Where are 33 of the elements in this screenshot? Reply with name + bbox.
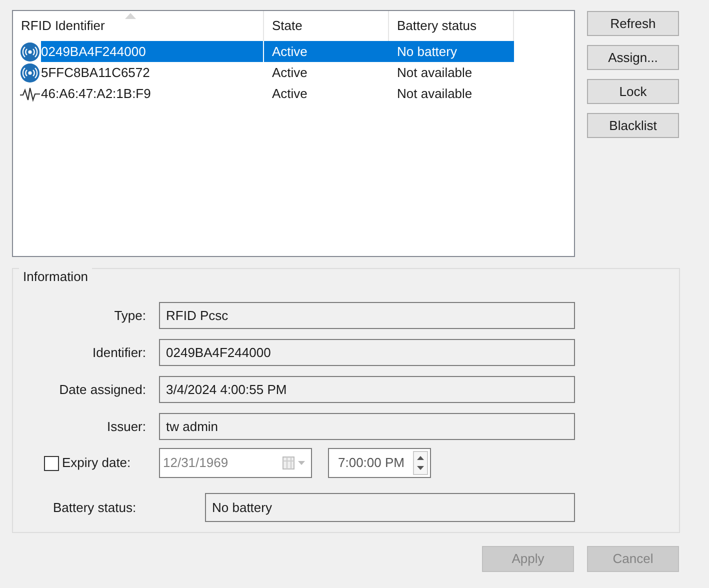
rfid-tag-icon: [20, 62, 40, 82]
action-button[interactable]: Lock: [587, 79, 679, 104]
expiry-checkbox[interactable]: [44, 456, 59, 470]
table-cell: 0249BA4F244000: [41, 41, 263, 62]
battery-field: No battery: [205, 493, 575, 522]
field-label: Date assigned:: [58, 380, 146, 399]
calendar-dropdown-icon: [282, 456, 308, 470]
table-cell-text: Not available: [396, 84, 474, 103]
signal-wave-icon: [20, 86, 40, 102]
field-label: Issuer:: [106, 418, 146, 436]
field-label: Expiry date:: [62, 454, 131, 472]
read-only-field: tw admin: [159, 413, 575, 440]
field-label: Identifier:: [92, 344, 146, 362]
action-button[interactable]: Refresh: [587, 11, 679, 36]
table-cell-text: Active: [271, 84, 308, 103]
date-picker[interactable]: 12/31/1969: [159, 448, 312, 478]
table-cell: No battery: [389, 41, 514, 62]
table-cell-text: Not available: [396, 64, 474, 82]
read-only-field: RFID Pcsc: [159, 302, 575, 329]
read-only-field: 0249BA4F244000: [159, 339, 575, 366]
table-cell: Active: [264, 41, 389, 62]
time-picker[interactable]: 7:00:00 PM: [328, 448, 431, 478]
table-cell-text: 46:A6:47:A2:1B:F9: [41, 84, 152, 103]
action-button[interactable]: Blacklist: [587, 113, 679, 138]
field-label: Battery status:: [52, 498, 138, 517]
table-cell-text: Active: [271, 64, 308, 82]
spin-icon[interactable]: [413, 451, 428, 475]
table-cell-text: 5FFC8BA11C6572: [41, 64, 151, 82]
field-label: Type:: [113, 306, 146, 325]
read-only-field: 3/4/2024 4:00:55 PM: [159, 376, 575, 403]
rfid-tag-icon: [20, 42, 40, 62]
action-button[interactable]: Assign...: [587, 45, 679, 70]
rfid-list[interactable]: RFID Identifier State Battery status 0249BA4F244000 Active No battery 5FFC8BA11C6572 Active Not available 46:A6:47:A2:1B:F9 Active Not available: [12, 10, 575, 257]
